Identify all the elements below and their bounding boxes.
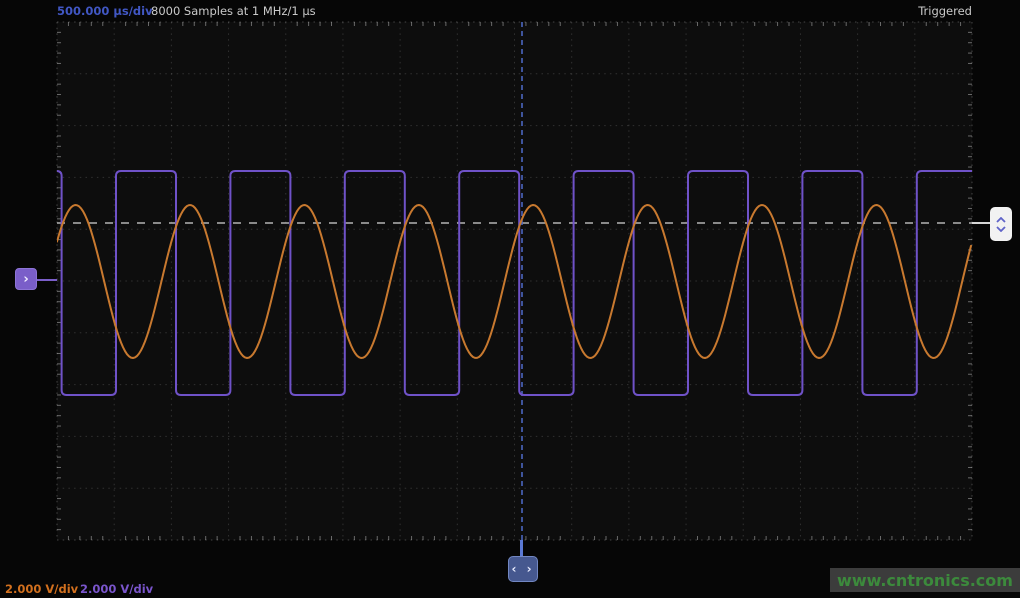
- channel2-square-waveform: [57, 171, 1020, 395]
- chevron-left-right-icon: ‹ ›: [511, 562, 534, 576]
- channel-offset-marker[interactable]: ›: [15, 268, 37, 290]
- watermark: www.cntronics.com: [830, 568, 1020, 592]
- axis-minor-ticks: [57, 22, 972, 540]
- channel1-sine-waveform: [57, 205, 971, 358]
- chevron-up-icon[interactable]: [996, 217, 1006, 223]
- oscilloscope-screen: 500.000 µs/div 8000 Samples at 1 MHz/1 µ…: [0, 0, 1020, 598]
- trigger-level-connector: [972, 222, 990, 224]
- chevron-down-icon[interactable]: [996, 226, 1006, 232]
- channel1-scale-label[interactable]: 2.000 V/div: [5, 582, 78, 596]
- timebase-label[interactable]: 500.000 µs/div: [57, 4, 153, 18]
- trigger-status-label: Triggered: [918, 4, 972, 18]
- chevron-right-icon: ›: [23, 272, 28, 287]
- trigger-position-connector: [37, 279, 57, 281]
- time-position-marker[interactable]: ‹ ›: [508, 556, 538, 582]
- channel2-scale-label[interactable]: 2.000 V/div: [80, 582, 153, 596]
- grid: [57, 22, 972, 540]
- watermark-text: www.cntronics.com: [837, 571, 1013, 590]
- sample-rate-label: 8000 Samples at 1 MHz/1 µs: [151, 4, 316, 18]
- trigger-level-spinner[interactable]: [990, 207, 1012, 241]
- scope-plot[interactable]: [0, 0, 1020, 598]
- time-position-stem: [520, 540, 523, 557]
- plot-background: [57, 22, 972, 540]
